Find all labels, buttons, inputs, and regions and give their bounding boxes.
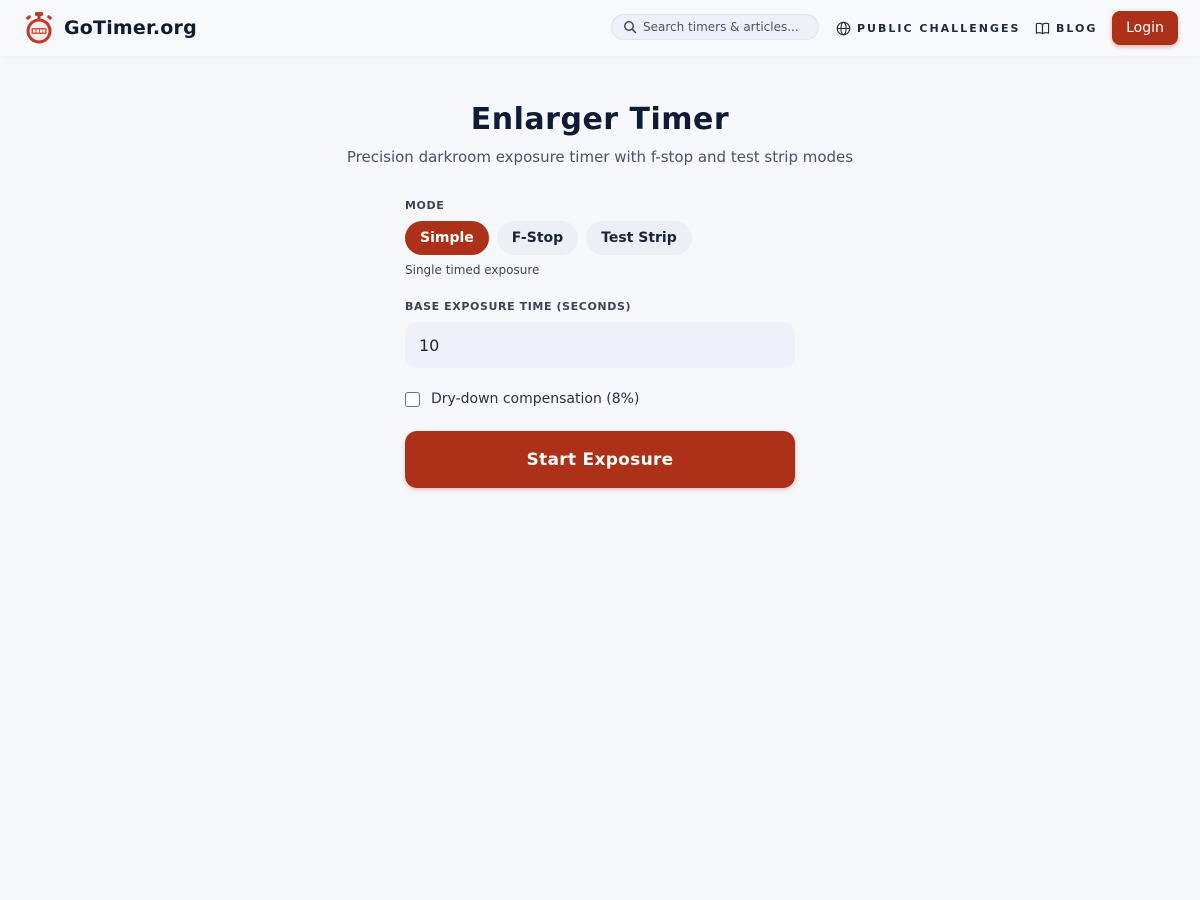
search-input[interactable]: Search timers & articles... — [643, 20, 799, 34]
mode-test-strip-button[interactable]: Test Strip — [586, 221, 692, 255]
search-box[interactable]: Search timers & articles... — [611, 14, 819, 40]
nav-blog-label: BLOG — [1056, 21, 1098, 35]
mode-label: MODE — [405, 199, 445, 212]
book-icon — [1035, 22, 1050, 34]
dry-down-checkbox[interactable] — [405, 391, 420, 407]
start-exposure-button[interactable]: Start Exposure — [405, 431, 795, 488]
globe-icon — [836, 21, 851, 35]
dry-down-row[interactable]: Dry-down compensation (8%) — [405, 391, 639, 407]
stopwatch-logo-icon — [26, 12, 52, 44]
page-title: Enlarger Timer — [470, 102, 730, 137]
mode-description: Single timed exposure — [405, 263, 540, 277]
nav-public-challenges-label: PUBLIC CHALLENGES — [857, 21, 1021, 35]
nav-public-challenges[interactable]: PUBLIC CHALLENGES — [836, 19, 1020, 37]
brand-link[interactable]: GoTimer.org — [24, 11, 197, 45]
mode-fstop-button[interactable]: F-Stop — [496, 221, 579, 255]
dry-down-label: Dry-down compensation (8%) — [431, 391, 640, 407]
login-button[interactable]: Login — [1112, 11, 1178, 45]
brand-name: GoTimer.org — [64, 17, 197, 39]
mode-selector: Simple F-Stop Test Strip — [405, 221, 700, 255]
mode-simple-button[interactable]: Simple — [405, 221, 489, 255]
base-exposure-label: BASE EXPOSURE TIME (SECONDS) — [405, 300, 632, 313]
search-icon — [623, 20, 637, 34]
top-navbar: GoTimer.org Search timers & articles... … — [0, 0, 1200, 56]
base-exposure-input[interactable] — [405, 322, 795, 368]
nav-blog[interactable]: BLOG — [1035, 19, 1097, 37]
page-subtitle: Precision darkroom exposure timer with f… — [346, 148, 854, 166]
